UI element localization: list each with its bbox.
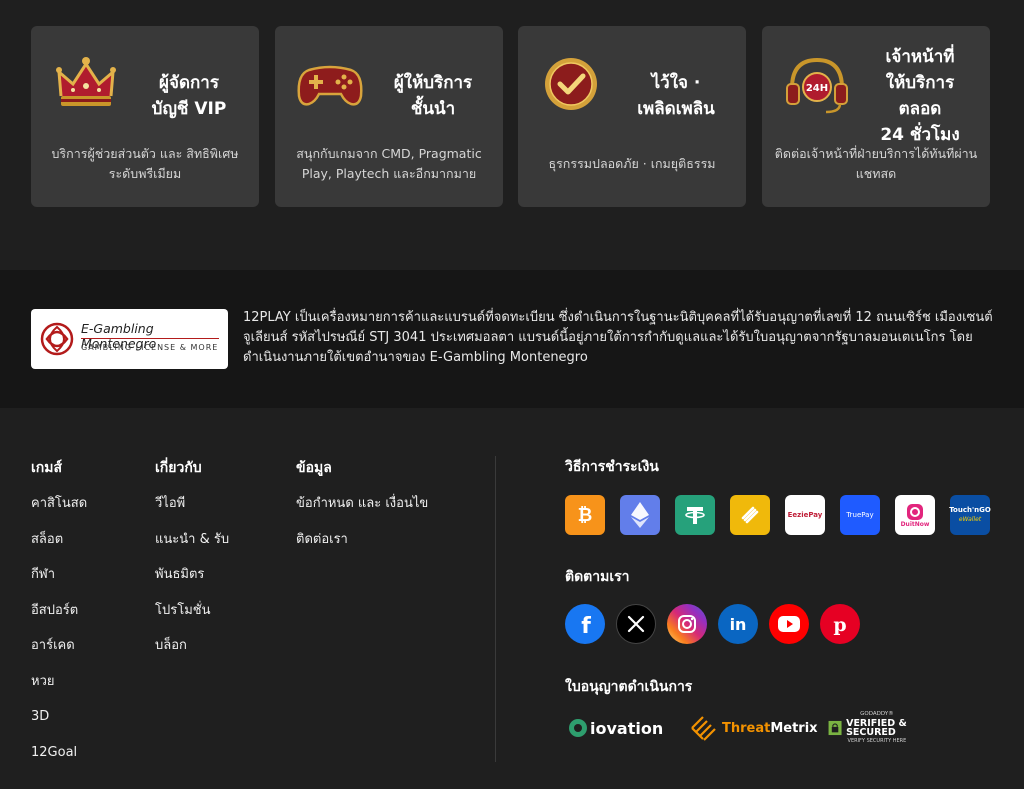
footer-column-about: เกี่ยวกับ วีไอพี แนะนำ & รับ พันธมิตร โป… (155, 458, 229, 672)
footer-divider (495, 456, 496, 762)
license-description: 12PLAY เป็นเครื่องหมายการค้าและแบรนด์ที่… (243, 310, 993, 365)
binance-icon[interactable] (730, 495, 770, 535)
footer-column-games: เกมส์ คาสิโนสด สล็อต กีฬา อีสปอร์ต อาร์เ… (31, 458, 87, 778)
follow-us-title: ติดตามเรา (565, 569, 630, 585)
youtube-icon[interactable] (769, 604, 809, 644)
svg-text:24H: 24H (806, 83, 828, 94)
feature-card-providers: ผู้ให้บริการ ชั้นนำ สนุกกับเกมจาก CMD, P… (275, 26, 503, 207)
feature-desc: สนุกกับเกมจาก CMD, Pragmatic Play, Playt… (296, 146, 482, 181)
check-badge-icon (538, 52, 608, 116)
footer-link[interactable]: หวย (31, 672, 87, 708)
footer-link[interactable]: อาร์เคด (31, 636, 87, 672)
feature-title: เจ้าหน้าที่ ให้บริการ ตลอด 24 ชั่วโมง (880, 47, 960, 145)
footer-link[interactable]: กีฬา (31, 565, 87, 601)
footer-link[interactable]: บล็อก (155, 636, 229, 672)
godaddy-verified-logo[interactable]: GODADDY® VERIFIED & SECURED VERIFY SECUR… (828, 711, 908, 745)
footer-link[interactable]: พันธมิตร (155, 565, 229, 601)
x-icon[interactable] (616, 604, 656, 644)
footer-link[interactable]: แนะนำ & รับ (155, 530, 229, 566)
touchngo-icon[interactable]: Touch'nGO eWallet (949, 495, 991, 535)
knot-emblem-icon (40, 322, 74, 356)
linkedin-icon[interactable]: in (718, 604, 758, 644)
footer-column-title: เกมส์ (31, 460, 63, 476)
eeziepay-icon[interactable]: EeziePay (785, 495, 825, 535)
feature-title: ผู้จัดการ บัญชี VIP (151, 73, 227, 119)
lock-icon (828, 720, 842, 736)
crown-icon (51, 52, 121, 116)
footer-link[interactable]: 3D (31, 707, 87, 743)
footer-link[interactable]: โปรโมชั่น (155, 601, 229, 637)
feature-desc: บริการผู้ช่วยส่วนตัว และ สิทธิพิเศษระดับ… (51, 146, 239, 181)
svg-text:f: f (581, 614, 591, 635)
payment-methods-title: วิธีการชำระเงิน (565, 459, 659, 475)
footer-column-title: เกี่ยวกับ (155, 460, 202, 476)
ethereum-icon[interactable] (620, 495, 660, 535)
threatmetrix-icon (691, 716, 716, 741)
feature-desc: ติดต่อเจ้าหน้าที่ฝ่ายบริการได้ทันทีผ่านแ… (774, 146, 978, 181)
iovation-logo[interactable]: iovation (568, 711, 663, 745)
license-logo-subtitle: GAMBLING LICENSE & MORE (81, 343, 219, 352)
footer-link[interactable]: อีสปอร์ต (31, 601, 87, 637)
footer-link[interactable]: ติดต่อเรา (296, 530, 428, 566)
operating-licenses-title: ใบอนุญาตดำเนินการ (565, 679, 693, 695)
feature-title: ไว้ใจ · เพลิดเพลิน (637, 73, 715, 119)
egambling-montenegro-logo[interactable]: E-Gambling Montenegro GAMBLING LICENSE &… (31, 309, 228, 369)
feature-card-support: 24H เจ้าหน้าที่ ให้บริการ ตลอด 24 ชั่วโม… (762, 26, 990, 207)
feature-title: ผู้ให้บริการ ชั้นนำ (393, 73, 473, 119)
duitnow-icon[interactable]: DuitNow (895, 495, 935, 535)
svg-text:₿: ₿ (578, 505, 593, 526)
threatmetrix-logo[interactable]: Threat Metrix (688, 711, 818, 745)
license-strip: E-Gambling Montenegro GAMBLING LICENSE &… (0, 270, 1024, 408)
gamepad-icon (295, 52, 365, 116)
feature-card-vip: ผู้จัดการ บัญชี VIP บริการผู้ช่วยส่วนตัว… (31, 26, 259, 207)
headset-24h-icon: 24H (782, 52, 852, 116)
footer-link[interactable]: คาสิโนสด (31, 494, 87, 530)
license-logo-divider (81, 338, 219, 339)
footer-link[interactable]: สล็อต (31, 530, 87, 566)
footer-column-title: ข้อมูล (296, 460, 332, 476)
facebook-icon[interactable]: f (565, 604, 605, 644)
footer-link[interactable]: วีไอพี (155, 494, 229, 530)
footer-link[interactable]: 12Goal (31, 743, 87, 779)
footer-column-info: ข้อมูล ข้อกำหนด และ เงื่อนไข ติดต่อเรา (296, 458, 428, 565)
svg-text:in: in (730, 615, 747, 634)
truepay-icon[interactable]: TruePay (840, 495, 880, 535)
footer-link[interactable]: ข้อกำหนด และ เงื่อนไข (296, 494, 428, 530)
pinterest-icon[interactable]: p (820, 604, 860, 644)
feature-desc: ธุรกรรมปลอดภัย · เกมยุติธรรม (548, 156, 716, 171)
site-footer: เกมส์ คาสิโนสด สล็อต กีฬา อีสปอร์ต อาร์เ… (0, 408, 1024, 789)
bitcoin-icon[interactable]: ₿ (565, 495, 605, 535)
instagram-icon[interactable] (667, 604, 707, 644)
iovation-icon (569, 719, 587, 737)
tether-icon[interactable] (675, 495, 715, 535)
features-section: ผู้จัดการ บัญชี VIP บริการผู้ช่วยส่วนตัว… (0, 0, 1024, 270)
feature-card-trust: ไว้ใจ · เพลิดเพลิน ธุรกรรมปลอดภัย · เกมย… (518, 26, 746, 207)
svg-text:p: p (833, 614, 846, 635)
